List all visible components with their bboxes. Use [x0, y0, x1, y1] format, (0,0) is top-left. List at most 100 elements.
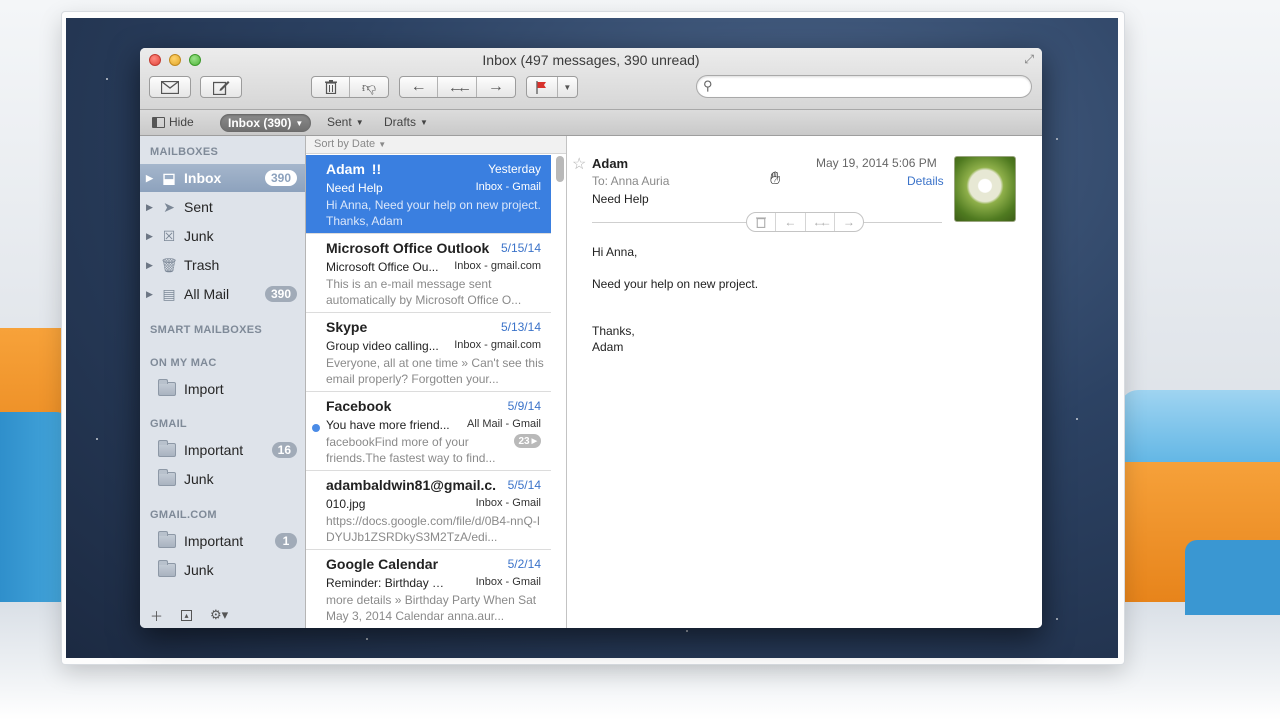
- star-icon[interactable]: ☆: [572, 154, 586, 174]
- paper-plane-icon: ➤: [163, 199, 175, 215]
- reply-icon: ←: [784, 215, 797, 229]
- hide-label: Hide: [169, 115, 194, 129]
- activity-icon[interactable]: ▴: [181, 609, 193, 621]
- on-my-mac-header[interactable]: ON MY MAC: [150, 357, 217, 369]
- sidebar-item-trash[interactable]: ▶ 🗑︎ Trash: [140, 251, 305, 279]
- hand-cursor-icon: ✋︎: [770, 168, 781, 188]
- compose-button[interactable]: [200, 76, 242, 98]
- message-sender: Facebook: [326, 398, 392, 414]
- chevron-down-icon: ▼: [563, 82, 572, 92]
- message-date: 5/9/14: [507, 399, 541, 413]
- sidebar-item-gmailcom-important[interactable]: Important 1: [140, 527, 305, 555]
- unread-count-badge: 390: [264, 170, 297, 186]
- sidebar-item-label: Inbox: [184, 170, 222, 186]
- junk-button[interactable]: 👎︎: [350, 77, 388, 97]
- email-sender[interactable]: Adam: [592, 156, 628, 171]
- details-link[interactable]: Details: [907, 174, 944, 188]
- hide-mailboxes-button[interactable]: Hide: [152, 115, 194, 129]
- message-subject: Need Help: [326, 181, 383, 195]
- trash-icon: [756, 217, 767, 228]
- trash-icon: [324, 80, 337, 94]
- thumbs-down-icon: 👎︎: [361, 78, 377, 95]
- message-mailbox: Inbox - gmail.com: [454, 339, 541, 351]
- message-subject: Microsoft Office Ou...: [326, 260, 439, 274]
- reply-all-message-button[interactable]: ←←: [806, 213, 835, 231]
- sidebar-item-label: Import: [184, 381, 224, 397]
- search-field[interactable]: ⚲: [696, 75, 1032, 98]
- folder-icon: [158, 469, 176, 486]
- sidebar-item-label: All Mail: [184, 286, 230, 302]
- sidebar-item-gmailcom-junk[interactable]: Junk: [140, 556, 305, 584]
- favorite-sent-button[interactable]: Sent ▼: [327, 115, 364, 129]
- disclosure-triangle-icon[interactable]: ▶: [146, 289, 153, 300]
- message-row[interactable]: adambaldwin81@gmail.c... 5/5/14 010.jpg …: [306, 471, 551, 550]
- message-list-scrollbar[interactable]: [556, 156, 564, 182]
- message-row[interactable]: Facebook 5/9/14 You have more friend... …: [306, 392, 551, 471]
- favorite-sent-label: Sent: [327, 115, 352, 129]
- folder-icon: [158, 379, 176, 396]
- message-row[interactable]: Adam !! Yesterday Need Help Inbox - Gmai…: [306, 155, 551, 234]
- favorite-inbox-label: Inbox (390): [228, 116, 292, 130]
- gear-icon[interactable]: ⚙▾: [210, 607, 228, 623]
- background-blue-chair: [0, 412, 70, 602]
- thread-count-badge[interactable]: 23 ▶: [514, 434, 541, 448]
- flag-menu-button[interactable]: ▼: [558, 77, 577, 97]
- sidebar-item-gmail-important[interactable]: Important 16: [140, 436, 305, 464]
- envelope-icon: [161, 80, 179, 94]
- disclosure-triangle-icon[interactable]: ▶: [146, 260, 153, 271]
- flag-toggle[interactable]: [527, 77, 558, 97]
- disclosure-triangle-icon[interactable]: ▶: [146, 173, 153, 184]
- favorite-drafts-button[interactable]: Drafts ▼: [384, 115, 428, 129]
- email-date: May 19, 2014 5:06 PM: [816, 156, 937, 170]
- message-date: 5/13/14: [500, 320, 541, 334]
- sort-by-date-button[interactable]: Sort by Date ▼: [306, 136, 566, 154]
- disclosure-triangle-icon[interactable]: ▶: [146, 231, 153, 242]
- message-row[interactable]: Microsoft Office Outlook 5/15/14 Microso…: [306, 234, 551, 313]
- search-icon: ⚲: [703, 78, 713, 93]
- mailboxes-header[interactable]: MAILBOXES: [150, 146, 218, 158]
- message-date: Yesterday: [488, 162, 541, 176]
- sidebar-item-inbox[interactable]: ▶ ⬓ Inbox 390: [140, 164, 305, 192]
- message-row[interactable]: Google Calendar 5/2/14 Reminder: Birthda…: [306, 550, 551, 628]
- sidebar-item-all-mail[interactable]: ▶ ▤ All Mail 390: [140, 280, 305, 308]
- body-signature: Adam: [592, 340, 624, 354]
- delete-button[interactable]: [312, 77, 351, 97]
- sort-label: Sort by Date: [314, 138, 376, 150]
- fullscreen-icon[interactable]: ⤢: [1024, 52, 1034, 67]
- reply-all-button[interactable]: ←←: [438, 77, 477, 97]
- smart-mailboxes-header[interactable]: SMART MAILBOXES: [150, 324, 262, 336]
- message-subject: Reminder: Birthday Pa...: [326, 576, 451, 590]
- sidebar-toggle-icon: [152, 116, 165, 128]
- gmail-com-header[interactable]: GMAIL.COM: [150, 509, 217, 521]
- message-preview: https://docs.google.com/file/d/0B4-nnQ-I…: [326, 514, 541, 544]
- sidebar-item-label: Junk: [184, 471, 214, 487]
- message-preview: This is an e-mail message sent automatic…: [326, 277, 522, 307]
- reply-button[interactable]: ←: [400, 77, 439, 97]
- reply-message-button[interactable]: ←: [776, 213, 806, 231]
- message-sender: adambaldwin81@gmail.c...: [326, 477, 496, 493]
- chevron-down-icon: ▼: [378, 140, 387, 149]
- trash-icon: 🗑︎: [160, 257, 178, 273]
- sidebar-item-import[interactable]: Import: [140, 375, 305, 403]
- message-row[interactable]: Skype 5/13/14 Group video calling... Inb…: [306, 313, 551, 392]
- sidebar-item-label: Important: [184, 442, 244, 458]
- message-preview: Hi Anna, Need your help on new project. …: [326, 198, 541, 228]
- sidebar-item-junk[interactable]: ▶ ☒ Junk: [140, 222, 305, 250]
- sidebar-item-gmail-junk[interactable]: Junk: [140, 465, 305, 493]
- flag-icon: [536, 80, 547, 94]
- get-mail-button[interactable]: [149, 76, 191, 98]
- body-greeting: Hi Anna,: [592, 245, 638, 259]
- message-subject: 010.jpg: [326, 497, 366, 511]
- delete-message-button[interactable]: [747, 213, 777, 231]
- search-input[interactable]: [721, 78, 1021, 95]
- forward-button[interactable]: →: [477, 77, 515, 97]
- gmail-header[interactable]: GMAIL: [150, 418, 187, 430]
- message-mailbox: Inbox - Gmail: [475, 181, 541, 193]
- forward-message-button[interactable]: →: [835, 213, 863, 231]
- favorite-inbox-button[interactable]: Inbox (390) ▼: [220, 114, 312, 132]
- junk-bin-icon: ☒: [162, 228, 176, 244]
- flag-button[interactable]: ▼: [526, 76, 578, 98]
- add-mailbox-button[interactable]: ＋: [150, 606, 163, 625]
- sidebar-item-sent[interactable]: ▶ ➤ Sent: [140, 193, 305, 221]
- disclosure-triangle-icon[interactable]: ▶: [146, 202, 153, 213]
